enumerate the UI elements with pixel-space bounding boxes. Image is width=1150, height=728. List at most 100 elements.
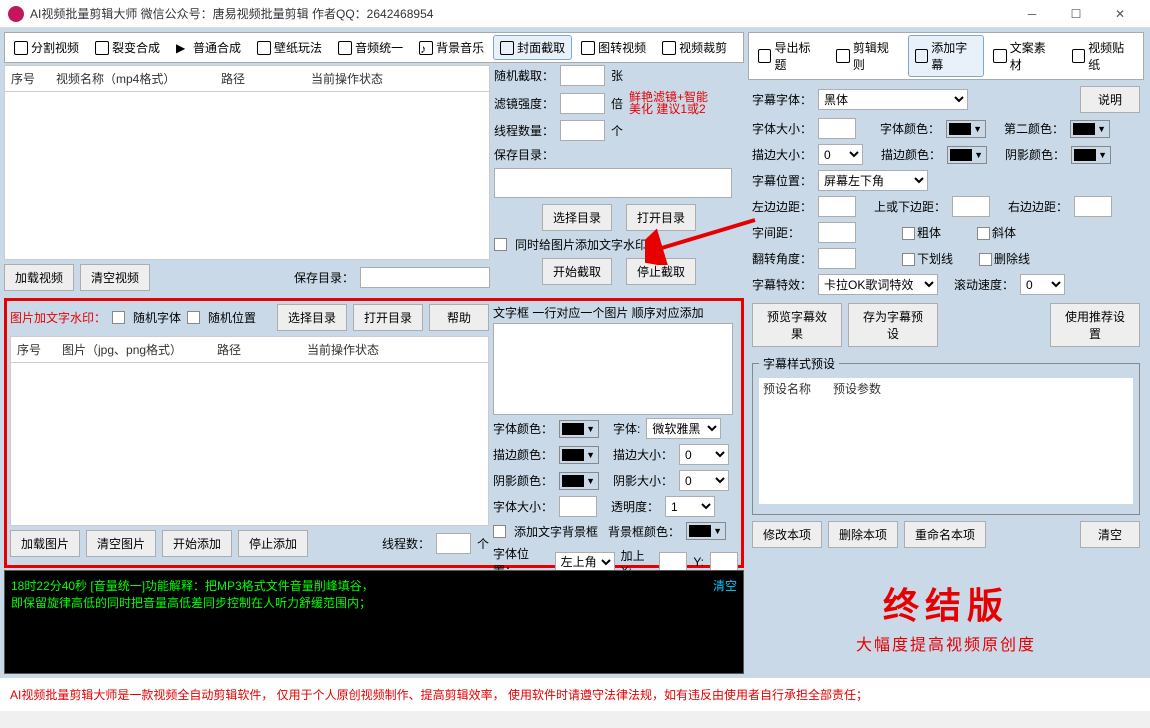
strike-checkbox[interactable] (979, 253, 992, 266)
tab-sticker[interactable]: 视频贴纸 (1065, 35, 1141, 77)
load-video-button[interactable]: 加载视频 (4, 264, 74, 291)
imgvid-icon (581, 41, 595, 55)
wm-bg-color[interactable]: ▼ (686, 522, 726, 540)
sub-stroke-color[interactable]: ▼ (947, 146, 987, 164)
rules-icon (836, 49, 849, 63)
save-dir-label: 保存目录： (294, 269, 354, 286)
wm-text-input[interactable] (493, 323, 733, 415)
wm-stroke-select[interactable]: 0 (679, 444, 729, 465)
wm-font-select[interactable]: 微软雅黑 (646, 418, 721, 439)
sub-stroke-select[interactable]: 0 (818, 144, 863, 165)
wm-title: 图片加文字水印： (10, 309, 106, 326)
wm-shadow-select[interactable]: 0 (679, 470, 729, 491)
video-save-dir-input[interactable] (360, 267, 490, 288)
tab-add-subtitle[interactable]: 添加字幕 (908, 35, 984, 77)
clear-preset-button[interactable]: 清空 (1080, 521, 1140, 548)
wm-fontsize-input[interactable] (559, 496, 597, 517)
tab-wallpaper[interactable]: 壁纸玩法 (250, 35, 329, 60)
load-img-button[interactable]: 加载图片 (10, 530, 80, 557)
footer: AI视频批量剪辑大师是一款视频全自动剪辑软件， 仅用于个人原创视频制作、提高剪辑… (0, 678, 1150, 711)
tab-split[interactable]: 分割视频 (7, 35, 86, 60)
sub-color[interactable]: ▼ (946, 120, 986, 138)
rand-font-checkbox[interactable] (112, 311, 125, 324)
underline-checkbox[interactable] (902, 253, 915, 266)
video-table-body[interactable] (4, 92, 490, 260)
export-icon (758, 49, 771, 63)
close-button[interactable]: ✕ (1098, 0, 1142, 28)
sub-font-select[interactable]: 黑体 (818, 89, 968, 110)
subtitle-icon (915, 49, 928, 63)
threads-input[interactable] (560, 120, 605, 141)
desc-button[interactable]: 说明 (1080, 86, 1140, 113)
sub-shadow-color[interactable]: ▼ (1071, 146, 1111, 164)
wm-select-dir-button[interactable]: 选择目录 (277, 304, 347, 331)
wm-font-color[interactable]: ▼ (559, 420, 599, 438)
brand: 终结版 大幅度提高视频原创度 (748, 577, 1144, 655)
delete-button[interactable]: 删除本项 (828, 521, 898, 548)
music-icon: ♪ (419, 41, 433, 55)
filter-input[interactable] (560, 93, 605, 114)
tab-imgvid[interactable]: 图转视频 (574, 35, 653, 60)
select-dir-button[interactable]: 选择目录 (542, 204, 612, 231)
sub-size-input[interactable] (818, 118, 856, 139)
open-dir-button[interactable]: 打开目录 (626, 204, 696, 231)
wm-bg-checkbox[interactable] (493, 525, 506, 538)
wm-open-dir-button[interactable]: 打开目录 (353, 304, 423, 331)
sub-fx-select[interactable]: 卡拉OK歌词特效 (818, 274, 938, 295)
play-icon: ▶ (176, 41, 190, 55)
cover-icon (500, 41, 514, 55)
tab-copy[interactable]: 文案素材 (986, 35, 1062, 77)
bold-checkbox[interactable] (902, 227, 915, 240)
wm-opacity-select[interactable]: 1 (665, 496, 715, 517)
tab-bgm[interactable]: ♪背景音乐 (412, 35, 491, 60)
stop-add-button[interactable]: 停止添加 (238, 530, 308, 557)
wm-shadow-color[interactable]: ▼ (559, 472, 599, 490)
log-panel: 清空 18时22分40秒 [音量统一]功能解释：把MP3格式文件音量削峰填谷， … (4, 570, 744, 674)
wm-threads-input[interactable] (436, 533, 471, 554)
maximize-button[interactable]: ☐ (1054, 0, 1098, 28)
window-title: AI视频批量剪辑大师 微信公众号：唐易视频批量剪辑 作者QQ：264246895… (30, 5, 1010, 22)
tab-audio[interactable]: 音频统一 (331, 35, 410, 60)
tab-merge[interactable]: 裂变合成 (88, 35, 167, 60)
log-clear-button[interactable]: 清空 (713, 577, 737, 594)
italic-checkbox[interactable] (977, 227, 990, 240)
rand-count-input[interactable] (560, 65, 605, 86)
wallpaper-icon (257, 41, 271, 55)
clear-video-button[interactable]: 清空视频 (80, 264, 150, 291)
rename-button[interactable]: 重命名本项 (904, 521, 986, 548)
cover-save-dir-input[interactable] (494, 168, 732, 198)
video-table-header: 序号 视频名称（mp4格式） 路径 当前操作状态 (4, 65, 490, 92)
tab-edit-rules[interactable]: 剪辑规则 (829, 35, 905, 77)
rand-pos-checkbox[interactable] (187, 311, 200, 324)
modify-button[interactable]: 修改本项 (752, 521, 822, 548)
tab-cover[interactable]: 封面截取 (493, 35, 572, 60)
clear-img-button[interactable]: 清空图片 (86, 530, 156, 557)
audio-icon (338, 41, 352, 55)
tab-normal[interactable]: ▶普通合成 (169, 35, 248, 60)
img-table-body[interactable] (10, 363, 489, 526)
help-button[interactable]: 帮助 (429, 304, 489, 331)
tab-export-title[interactable]: 导出标题 (751, 35, 827, 77)
start-add-button[interactable]: 开始添加 (162, 530, 232, 557)
save-preset-button[interactable]: 存为字幕预设 (848, 303, 938, 347)
preview-subtitle-button[interactable]: 预览字幕效果 (752, 303, 842, 347)
crop-icon (662, 41, 676, 55)
sub-rot-input[interactable] (818, 248, 856, 269)
sub-spacing-input[interactable] (818, 222, 856, 243)
preset-list[interactable] (759, 399, 1133, 504)
stop-capture-button[interactable]: 停止截取 (626, 258, 696, 285)
sub-speed-select[interactable]: 0 (1020, 274, 1065, 295)
sub-ml-input[interactable] (818, 196, 856, 217)
log-line: 18时22分40秒 [音量统一]功能解释：把MP3格式文件音量削峰填谷， (11, 577, 737, 594)
wm-stroke-color[interactable]: ▼ (559, 446, 599, 464)
use-rec-button[interactable]: 使用推荐设置 (1050, 303, 1140, 347)
watermark-checkbox[interactable] (494, 238, 507, 251)
img-table-header: 序号 图片（jpg、png格式） 路径 当前操作状态 (10, 336, 489, 363)
sub-pos-select[interactable]: 屏幕左下角 (818, 170, 928, 191)
sub-mv-input[interactable] (952, 196, 990, 217)
start-capture-button[interactable]: 开始截取 (542, 258, 612, 285)
sub-color2[interactable]: ▼ (1070, 120, 1110, 138)
minimize-button[interactable]: ─ (1010, 0, 1054, 28)
sub-mr-input[interactable] (1074, 196, 1112, 217)
tab-crop[interactable]: 视频裁剪 (655, 35, 734, 60)
